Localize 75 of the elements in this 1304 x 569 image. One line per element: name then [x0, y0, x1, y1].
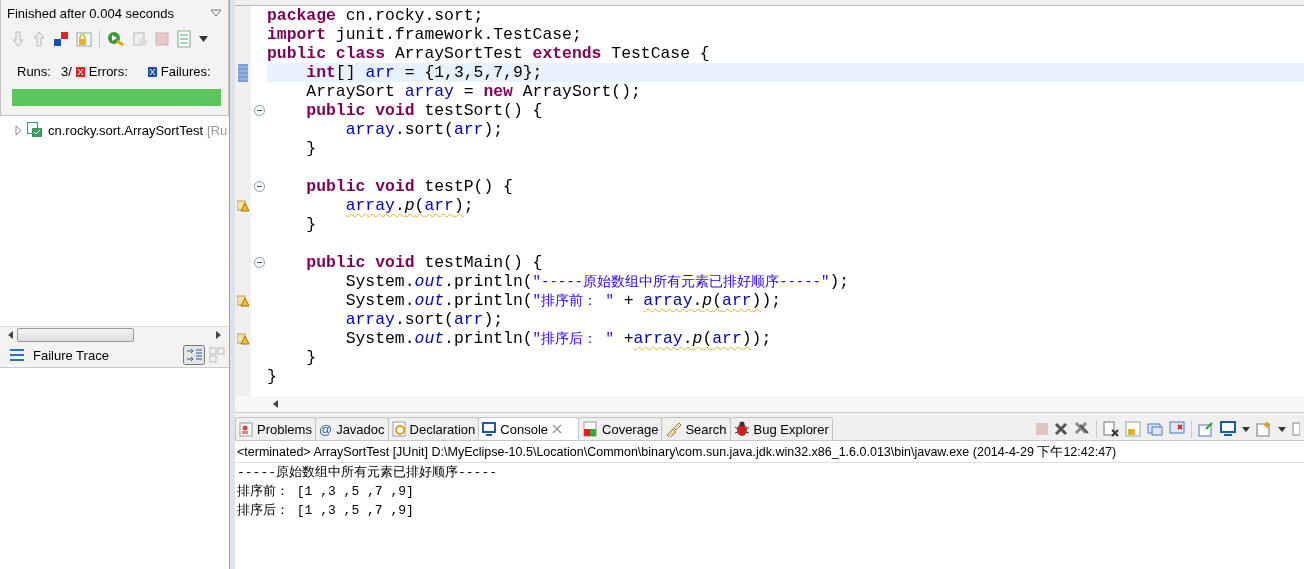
at-sign-icon: @: [318, 421, 333, 437]
rerun-icon[interactable]: [107, 31, 125, 47]
code-line: array.sort(arr);: [344, 120, 505, 139]
view-menu-icon[interactable]: [210, 9, 222, 17]
bug-icon: [733, 421, 750, 437]
collapse-icon[interactable]: [253, 181, 265, 192]
minimize-icon[interactable]: [1292, 422, 1300, 436]
view-tab[interactable]: Console: [478, 417, 579, 440]
runs-count: 3/: [60, 64, 72, 79]
expand-arrow-icon[interactable]: [15, 125, 22, 135]
view-tab[interactable]: Search: [661, 417, 731, 440]
failure-trace-title: Failure Trace: [33, 347, 109, 363]
console-output-line: 排序后： [1 ,3 ,5 ,7 ,9]: [237, 502, 415, 520]
scroll-left-icon[interactable]: [273, 400, 278, 408]
code-line: public void testMain() {: [305, 253, 544, 272]
history-icon[interactable]: [176, 30, 192, 48]
scroll-right-icon[interactable]: [216, 331, 221, 339]
display-console-icon[interactable]: [1220, 421, 1236, 437]
status-text: Finished after 0.004 seconds: [7, 5, 174, 21]
view-tab[interactable]: Declaration: [387, 417, 480, 440]
dropdown-caret-icon[interactable]: [1278, 426, 1286, 432]
monitor-icon: [482, 422, 497, 436]
code-line: System.out.println("-----原始数组中所有元素已排好顺序-----");: [344, 272, 851, 291]
dropdown-caret-icon[interactable]: [1242, 426, 1250, 432]
tree-item[interactable]: cn.rocky.sort.ArraySortTest [Ru: [0, 122, 229, 138]
new-console-icon[interactable]: [1256, 421, 1272, 437]
pin-console-icon[interactable]: [1147, 421, 1163, 437]
errors-label: Errors:: [88, 64, 128, 79]
code-line: System.out.println("排序前： " + array.p(arr));: [344, 291, 783, 310]
remove-launch-icon[interactable]: [1054, 422, 1068, 436]
clear-console-icon[interactable]: [1103, 421, 1119, 437]
close-icon[interactable]: [552, 424, 562, 434]
clipboard-icon: [239, 421, 253, 437]
view-tab[interactable]: Problems: [235, 417, 316, 440]
runs-label: Runs:: [17, 64, 51, 79]
list-icon: [10, 349, 24, 361]
scrollbar-thumb[interactable]: [17, 328, 134, 342]
code-line: ArraySort array = new ArraySort();: [305, 82, 642, 101]
warning-icon[interactable]: [237, 332, 249, 345]
code-line: }: [305, 348, 318, 367]
code-line: System.out.println("排序后： " +array.p(arr));: [344, 329, 773, 348]
error-icon: [75, 66, 85, 77]
warning-icon[interactable]: [237, 294, 249, 307]
code-line: array.sort(arr);: [344, 310, 505, 329]
collapse-icon[interactable]: [253, 105, 265, 116]
warning-icon[interactable]: [237, 199, 249, 212]
coverage-icon: [582, 421, 598, 437]
bookmark-marker-icon[interactable]: [238, 63, 248, 82]
console-process-label: <terminated> ArraySortTest [JUnit] D:\MyEclipse-10.5\Location\Common\binary\com.sun.java.jdk.win32.x86_1.6.0.013\bin\javaw.exe (2014-4-29 下午12:42:47): [235, 441, 1304, 463]
remove-all-icon[interactable]: [1074, 421, 1090, 437]
code-line: public class ArraySortTest extends TestCase {: [267, 44, 711, 63]
view-tab[interactable]: Coverage: [578, 417, 663, 440]
code-line: array.p(arr);: [344, 196, 475, 215]
console-output-line: 排序前： [1 ,3 ,5 ,7 ,9]: [237, 483, 415, 501]
view-tab[interactable]: Bug Explorer: [729, 417, 833, 440]
failures-label: Failures:: [160, 64, 211, 79]
error-output-icon[interactable]: [1169, 421, 1185, 437]
failure-icon: [147, 66, 157, 77]
code-line: package cn.rocky.sort;: [267, 6, 485, 25]
code-line: public void testSort() {: [305, 101, 544, 120]
dropdown-caret-icon[interactable]: [199, 36, 208, 42]
lock-icon[interactable]: [76, 31, 92, 47]
collapse-icon[interactable]: [253, 257, 265, 268]
error-boxes-icon[interactable]: [53, 31, 69, 47]
document-icon: [391, 421, 406, 437]
code-line: import junit.framework.TestCase;: [267, 25, 583, 44]
code-line: public void testP() {: [305, 177, 514, 196]
flashlight-icon: [665, 421, 682, 437]
test-suite-icon: [27, 122, 43, 138]
code-line: }: [267, 367, 278, 386]
console-output-line: -----原始数组中所有元素已排好顺序-----: [237, 464, 498, 482]
code-line: }: [305, 215, 318, 234]
code-line: }: [305, 139, 318, 158]
scroll-left-icon[interactable]: [8, 331, 13, 339]
filter-trace-icon[interactable]: [183, 345, 205, 365]
